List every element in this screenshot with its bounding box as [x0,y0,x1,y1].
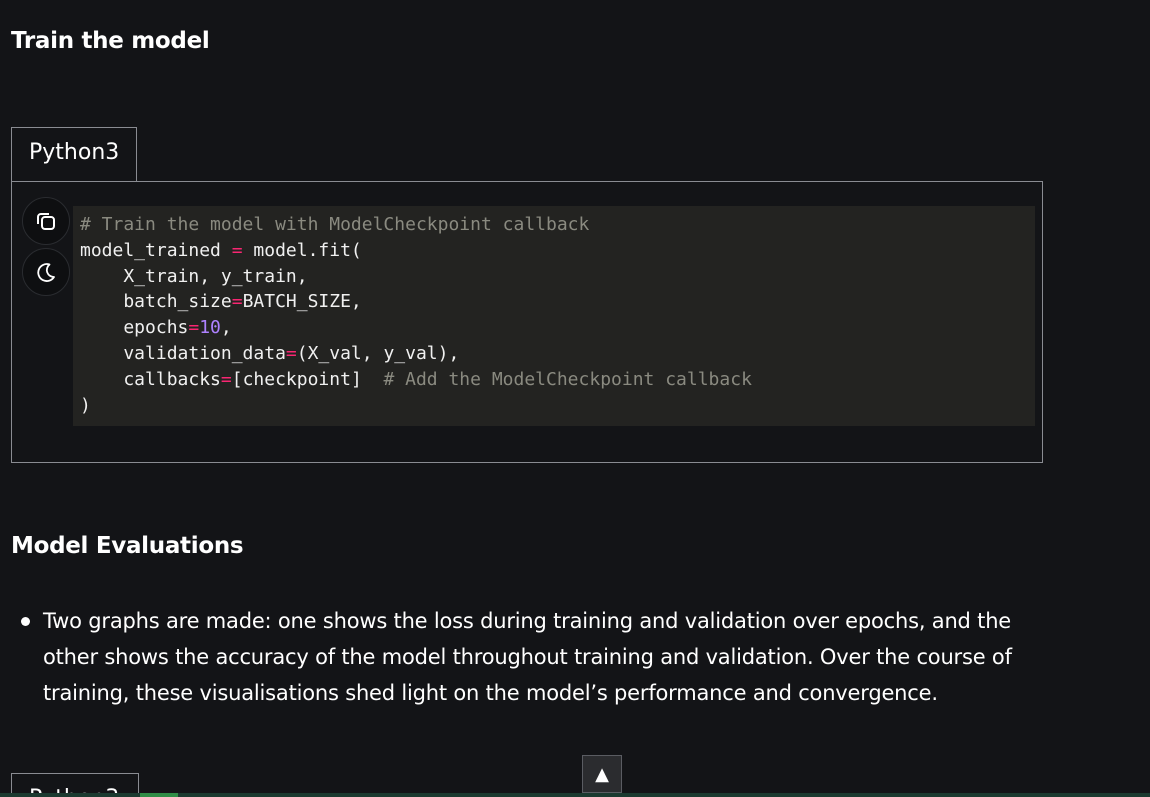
section-heading-train: Train the model [11,28,210,54]
up-arrow-icon: ▲ [595,763,609,785]
copy-icon [37,213,55,230]
code-tab-python3[interactable]: Python3 [11,127,137,181]
code-operator: = [231,239,243,261]
scroll-to-top-button[interactable]: ▲ [582,755,622,793]
code-operator: = [285,342,297,364]
article-page: Train the model Python3 # Train the mode… [0,0,1150,797]
bullet-text: Two graphs are made: one shows the loss … [43,609,1012,705]
code-line: validation_data=(X_val, y_val), [80,342,460,364]
code-line: callbacks=[checkpoint] # Add the ModelCh… [80,368,752,390]
code-operator: = [231,291,243,313]
code-line: batch_size=BATCH_SIZE, [80,291,362,313]
code-line: epochs=10, [80,317,232,339]
code-operator: = [188,317,200,339]
code-line: X_train, y_train, [80,265,308,287]
code-number: 10 [199,317,221,339]
section-heading-evaluations: Model Evaluations [11,533,244,559]
theme-toggle-button[interactable] [22,248,70,296]
list-item: Two graphs are made: one shows the loss … [0,603,1043,711]
code-comment: # Train the model with ModelCheckpoint c… [80,214,590,235]
code-block: # Train the model with ModelCheckpoint c… [80,212,752,418]
code-line: ) [80,394,91,416]
code-comment: # Add the ModelCheckpoint callback [383,368,752,390]
bullet-icon [21,617,30,626]
code-line: model_trained = model.fit( [80,239,362,261]
code-operator: = [220,368,232,390]
moon-icon [37,263,55,282]
code-tab-label: Python3 [29,140,120,165]
copy-button[interactable] [22,197,70,245]
bottom-progress-fill [140,793,178,797]
evaluation-bullet-list: Two graphs are made: one shows the loss … [0,603,1043,711]
